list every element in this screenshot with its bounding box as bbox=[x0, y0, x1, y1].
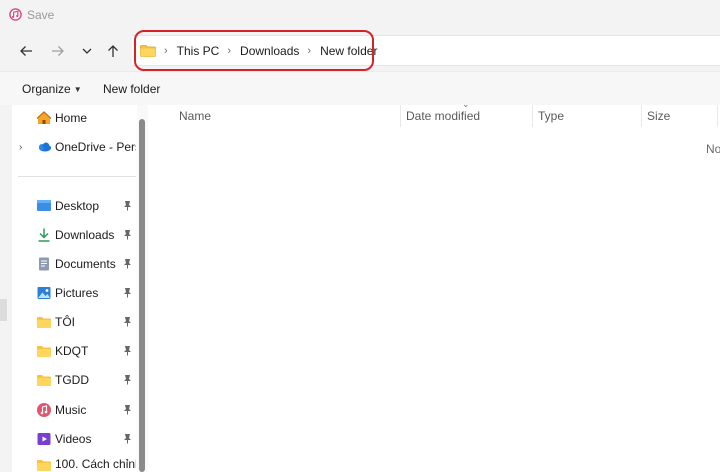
sidebar-item-label: Music bbox=[55, 403, 87, 417]
new-folder-button[interactable]: New folder bbox=[103, 82, 160, 96]
sidebar-item-documents[interactable]: Documents bbox=[36, 253, 136, 275]
arrow-right-icon bbox=[52, 46, 64, 56]
breadcrumb-new-folder[interactable]: New folder bbox=[320, 44, 377, 58]
documents-icon bbox=[36, 256, 52, 272]
sidebar-scrollbar-thumb[interactable] bbox=[139, 119, 145, 472]
folder-icon bbox=[36, 372, 52, 388]
sidebar-item-videos[interactable]: Videos bbox=[36, 428, 136, 450]
sidebar-edge bbox=[0, 105, 12, 472]
sidebar-item-home[interactable]: Home bbox=[36, 107, 136, 129]
pin-icon[interactable] bbox=[123, 316, 132, 327]
chevron-down-icon bbox=[82, 48, 92, 54]
folder-icon bbox=[36, 343, 52, 359]
sidebar-item-label: 100. Cách chỉnh bbox=[55, 457, 136, 471]
column-size[interactable]: Size bbox=[647, 109, 670, 123]
pin-icon[interactable] bbox=[123, 258, 132, 269]
sidebar-item-label: TGDD bbox=[55, 373, 89, 387]
sidebar-item-onedrive[interactable]: OneDrive - Perso bbox=[36, 136, 136, 158]
videos-icon bbox=[36, 431, 52, 447]
column-date-modified[interactable]: Date modified bbox=[406, 109, 480, 123]
sidebar-item-tgdd[interactable]: TGDD bbox=[36, 369, 136, 391]
forward-button[interactable] bbox=[47, 39, 69, 63]
back-button[interactable] bbox=[15, 39, 37, 63]
command-toolbar: Organize ▼ New folder bbox=[0, 71, 720, 105]
column-type[interactable]: Type bbox=[538, 109, 564, 123]
desktop-icon bbox=[36, 198, 52, 214]
sidebar-item-music[interactable]: Music bbox=[36, 399, 136, 421]
sidebar-item-desktop[interactable]: Desktop bbox=[36, 195, 136, 217]
home-icon bbox=[36, 110, 52, 126]
downloads-icon bbox=[36, 227, 52, 243]
onedrive-icon bbox=[36, 139, 52, 155]
column-divider[interactable] bbox=[400, 105, 401, 127]
breadcrumb-downloads[interactable]: Downloads bbox=[240, 44, 299, 58]
pin-icon[interactable] bbox=[123, 200, 132, 211]
window-title: Save bbox=[27, 7, 55, 22]
organize-button[interactable]: Organize ▼ bbox=[22, 82, 82, 96]
chevron-right-icon: › bbox=[164, 44, 168, 57]
sidebar-item-pictures[interactable]: Pictures bbox=[36, 282, 136, 304]
arrow-left-icon bbox=[20, 46, 32, 56]
sidebar-edge-mark bbox=[0, 299, 7, 321]
folder-icon bbox=[36, 314, 52, 330]
pin-icon[interactable] bbox=[123, 374, 132, 385]
pin-icon[interactable] bbox=[123, 287, 132, 298]
sidebar-item-label: Desktop bbox=[55, 199, 100, 213]
file-list-header: Name ⌄ Date modified Type Size bbox=[148, 99, 720, 127]
chevron-right-icon: › bbox=[307, 44, 312, 57]
sidebar-item-label: OneDrive - Perso bbox=[55, 140, 136, 154]
breadcrumb: › This PC › Downloads › New folder bbox=[140, 37, 377, 64]
sidebar-item-label: KDQT bbox=[55, 344, 89, 358]
caret-down-icon: ▼ bbox=[73, 84, 82, 94]
pin-icon[interactable] bbox=[123, 229, 132, 240]
pin-icon[interactable] bbox=[123, 404, 132, 415]
pin-icon[interactable] bbox=[123, 433, 132, 444]
pictures-icon bbox=[36, 285, 52, 301]
expand-chevron-icon[interactable]: › bbox=[19, 142, 22, 153]
breadcrumb-this-pc[interactable]: This PC bbox=[177, 44, 220, 58]
app-icon bbox=[9, 8, 22, 21]
new-folder-label: New folder bbox=[103, 82, 161, 96]
title-bar: Save bbox=[0, 0, 720, 29]
organize-label: Organize bbox=[22, 82, 71, 96]
sidebar-item-downloads[interactable]: Downloads bbox=[36, 224, 136, 246]
pin-icon[interactable] bbox=[123, 345, 132, 356]
sidebar-item-kdqt[interactable]: KDQT bbox=[36, 340, 136, 362]
sidebar-item-label: TÔI bbox=[55, 315, 75, 329]
folder-icon bbox=[140, 44, 156, 57]
sidebar-item-label: Pictures bbox=[55, 286, 99, 300]
sidebar-item-label: Home bbox=[55, 111, 88, 125]
music-icon bbox=[36, 402, 52, 418]
chevron-right-icon: › bbox=[227, 44, 232, 57]
column-divider[interactable] bbox=[532, 105, 533, 127]
folder-icon bbox=[36, 457, 52, 472]
recent-locations-button[interactable] bbox=[76, 39, 98, 63]
sidebar-divider bbox=[18, 176, 136, 177]
sidebar-item-toi[interactable]: TÔI bbox=[36, 311, 136, 333]
sidebar-item-label: Videos bbox=[55, 432, 92, 446]
arrow-up-icon bbox=[108, 45, 118, 57]
sidebar-item-folder-100[interactable]: 100. Cách chỉnh bbox=[36, 457, 136, 472]
sidebar-item-label: Downloads bbox=[55, 228, 115, 242]
empty-folder-message: No bbox=[706, 142, 720, 156]
sidebar-item-label: Documents bbox=[55, 257, 116, 271]
up-button[interactable] bbox=[102, 39, 124, 63]
column-divider[interactable] bbox=[641, 105, 642, 127]
column-divider[interactable] bbox=[717, 105, 718, 127]
column-name[interactable]: Name bbox=[179, 109, 211, 123]
